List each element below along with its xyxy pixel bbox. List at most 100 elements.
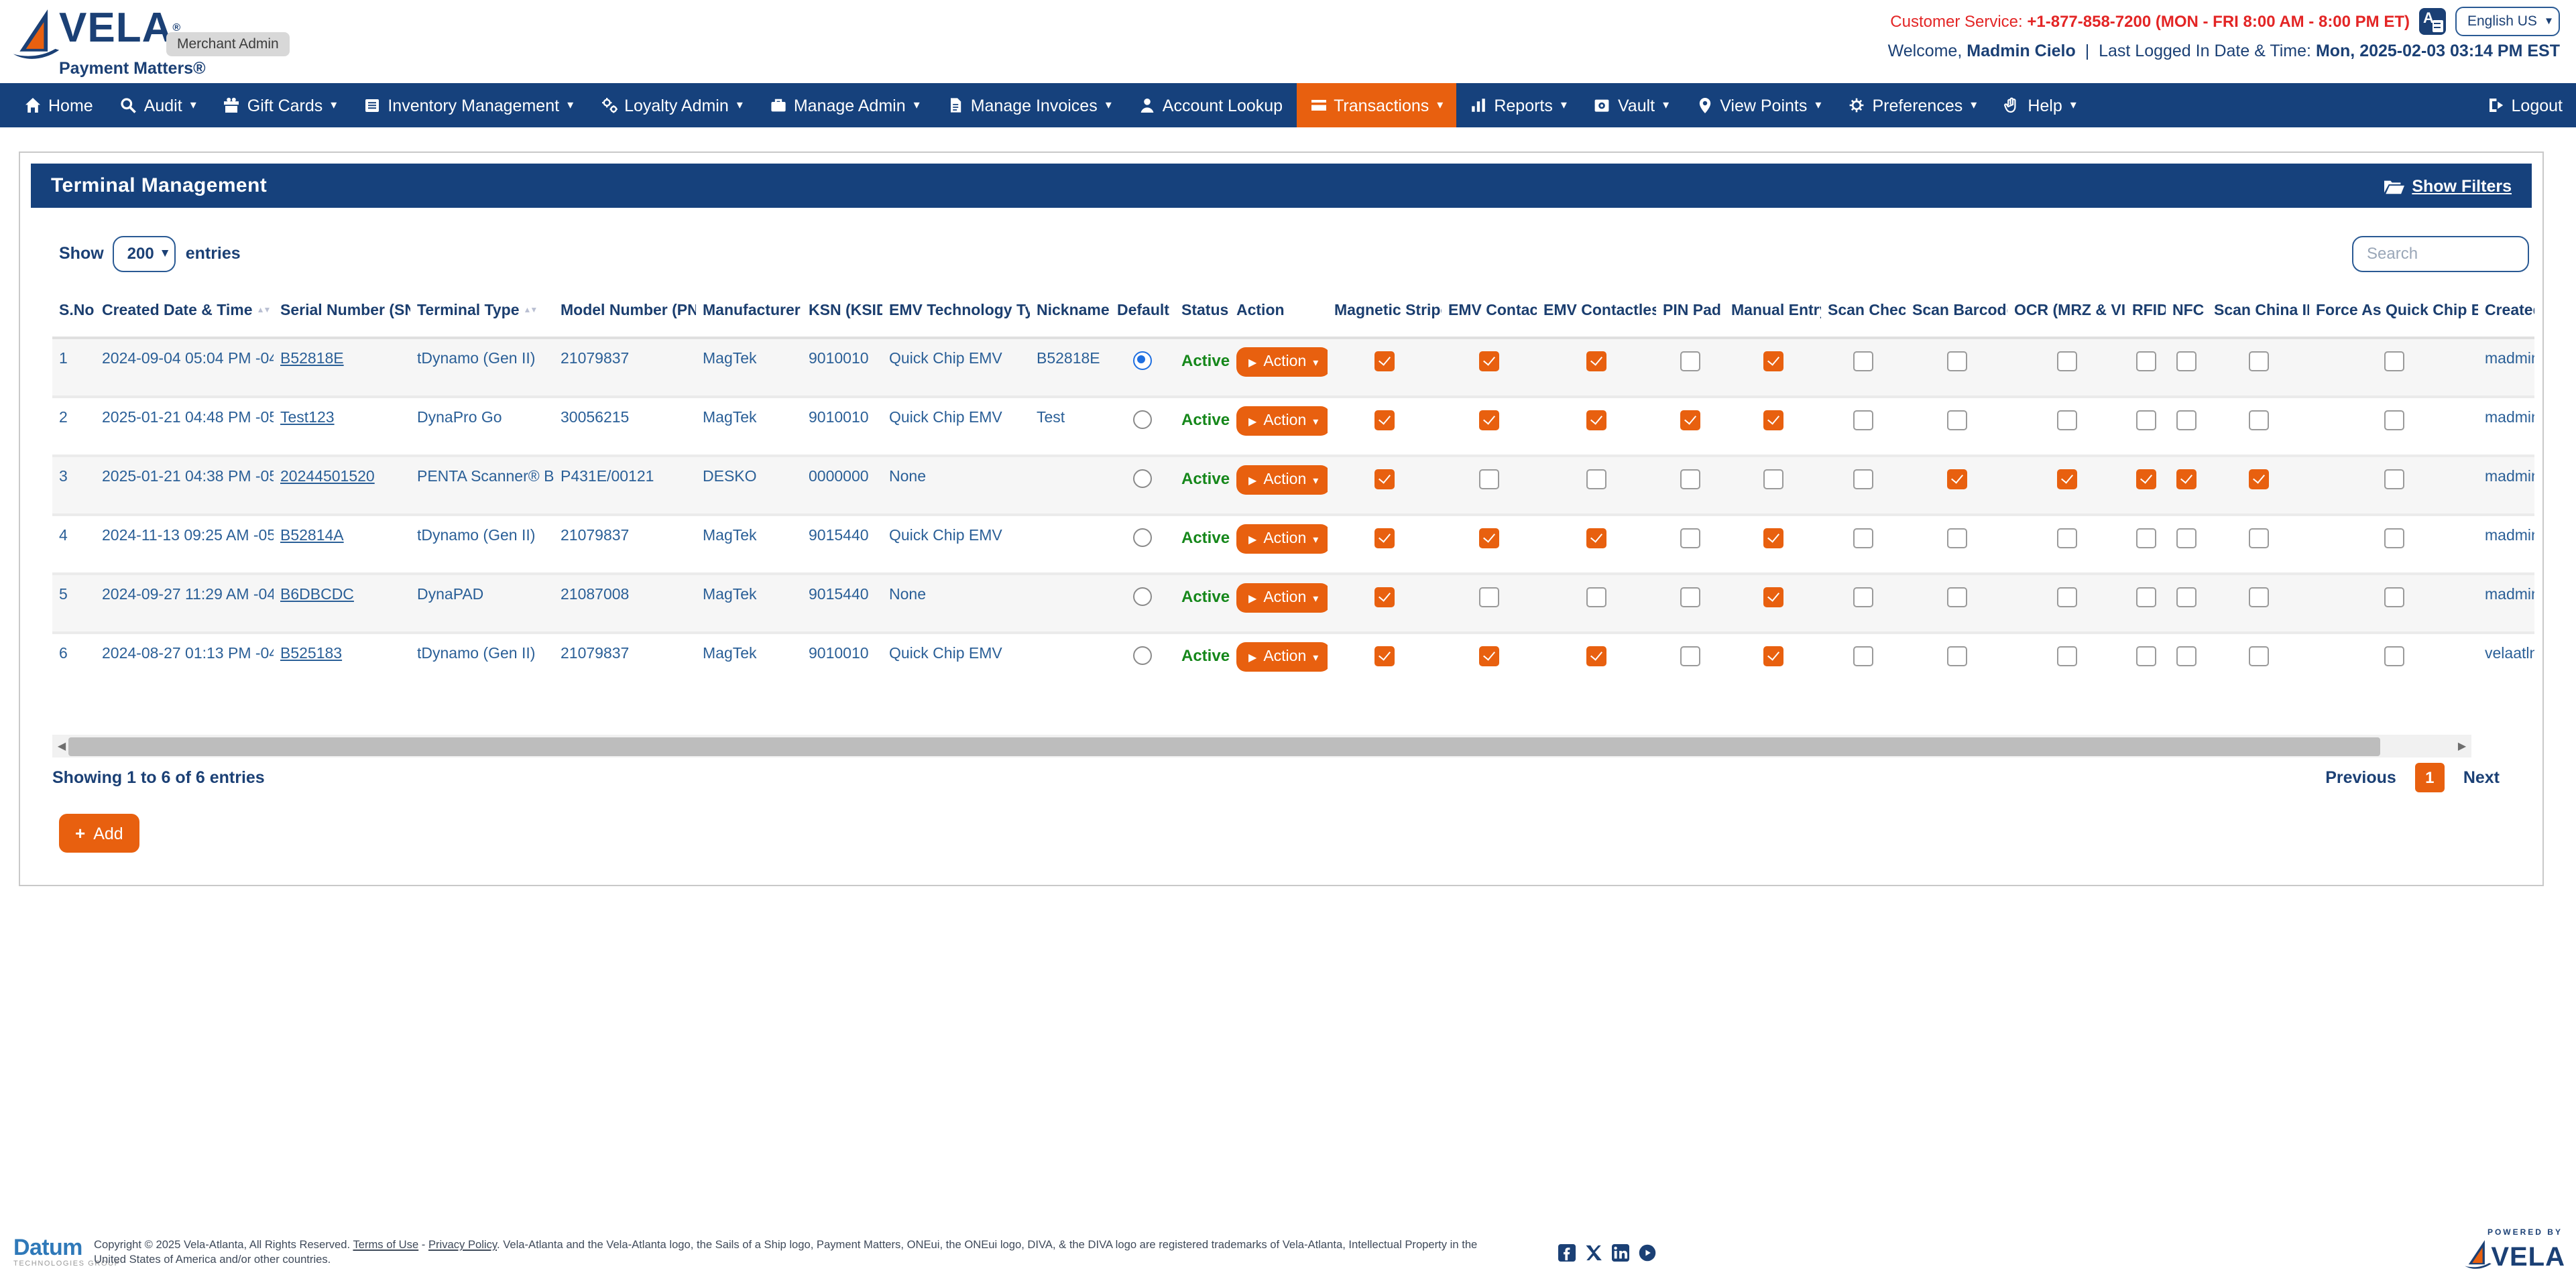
force-as-quick-chip-emv-checkbox[interactable] [2384,351,2404,371]
nav-item-inventory-management[interactable]: Inventory Management▾ [350,83,587,127]
language-select[interactable]: English US [2455,7,2560,36]
emv-contactless-checkbox[interactable] [1586,351,1606,371]
column-header-rfid[interactable]: RFID▲▼ [2125,303,2166,338]
nfc-checkbox[interactable] [2176,469,2197,489]
manual-entry-checkbox[interactable] [1763,528,1783,548]
column-header-serial-number-sn[interactable]: Serial Number (SN)▲▼ [274,303,410,338]
scan-check-checkbox[interactable] [1853,410,1873,430]
nfc-checkbox[interactable] [2176,646,2197,666]
column-header-scan-barcode[interactable]: Scan Barcode▲▼ [1906,303,2007,338]
default-radio[interactable] [1133,351,1152,370]
column-header-emv-contact[interactable]: EMV Contact▲▼ [1442,303,1537,338]
scan-check-checkbox[interactable] [1853,587,1873,607]
linkedin-icon[interactable] [1612,1244,1629,1262]
nav-item-view-points[interactable]: View Points▾ [1682,83,1834,127]
scroll-right-arrow[interactable]: ▶ [2453,735,2471,757]
serial-number-link[interactable]: B6DBCDC [280,587,354,603]
magnetic-stripe-checkbox[interactable] [1374,587,1395,607]
emv-contact-checkbox[interactable] [1479,646,1499,666]
scan-check-checkbox[interactable] [1853,528,1873,548]
column-header-status[interactable]: Status▲▼ [1175,303,1230,338]
ocr-mrz-viz-checkbox[interactable] [2056,587,2076,607]
serial-number-link[interactable]: 20244501520 [280,469,375,485]
scan-barcode-checkbox[interactable] [1946,587,1967,607]
scan-china-id-checkbox[interactable] [2248,528,2268,548]
nav-item-manage-admin[interactable]: Manage Admin▾ [756,83,933,127]
nav-item-preferences[interactable]: Preferences▾ [1834,83,1990,127]
magnetic-stripe-checkbox[interactable] [1374,646,1395,666]
column-header-ocr-mrz-viz[interactable]: OCR (MRZ & VIZ)▲▼ [2007,303,2125,338]
default-radio[interactable] [1133,587,1152,606]
facebook-icon[interactable] [1558,1244,1576,1262]
page-size-select[interactable]: 200 [113,235,176,271]
pin-pad-checkbox[interactable] [1680,410,1700,430]
scan-barcode-checkbox[interactable] [1946,351,1967,371]
nav-item-audit[interactable]: Audit▾ [107,83,210,127]
translate-icon[interactable]: A [2419,8,2446,35]
manual-entry-checkbox[interactable] [1763,646,1783,666]
emv-contactless-checkbox[interactable] [1586,587,1606,607]
column-header-force-as-quick-chip-emv[interactable]: Force As Quick Chip EMV▲▼ [2309,303,2478,338]
column-header-magnetic-stripe[interactable]: Magnetic Stripe▲▼ [1328,303,1442,338]
nav-item-manage-invoices[interactable]: Manage Invoices▾ [933,83,1125,127]
pin-pad-checkbox[interactable] [1680,646,1700,666]
rfid-checkbox[interactable] [2135,410,2156,430]
magnetic-stripe-checkbox[interactable] [1374,410,1395,430]
privacy-policy-link[interactable]: Privacy Policy [428,1237,497,1251]
default-radio[interactable] [1133,410,1152,429]
nfc-checkbox[interactable] [2176,351,2197,371]
scan-barcode-checkbox[interactable] [1946,646,1967,666]
scan-barcode-checkbox[interactable] [1946,469,1967,489]
default-radio[interactable] [1133,528,1152,547]
column-header-emv-technology-type[interactable]: EMV Technology Type▲▼ [882,303,1030,338]
scan-china-id-checkbox[interactable] [2248,469,2268,489]
scan-barcode-checkbox[interactable] [1946,410,1967,430]
action-button[interactable]: ▶Action▾ [1236,347,1328,377]
magnetic-stripe-checkbox[interactable] [1374,469,1395,489]
emv-contactless-checkbox[interactable] [1586,646,1606,666]
pin-pad-checkbox[interactable] [1680,351,1700,371]
force-as-quick-chip-emv-checkbox[interactable] [2384,646,2404,666]
action-button[interactable]: ▶Action▾ [1236,406,1328,436]
column-header-scan-check[interactable]: Scan Check▲▼ [1821,303,1906,338]
emv-contactless-checkbox[interactable] [1586,528,1606,548]
emv-contactless-checkbox[interactable] [1586,410,1606,430]
emv-contactless-checkbox[interactable] [1586,469,1606,489]
default-radio[interactable] [1133,646,1152,665]
emv-contact-checkbox[interactable] [1479,469,1499,489]
scan-china-id-checkbox[interactable] [2248,646,2268,666]
nav-item-transactions[interactable]: Transactions▾ [1296,83,1456,127]
terms-of-use-link[interactable]: Terms of Use [353,1237,418,1251]
scan-check-checkbox[interactable] [1853,646,1873,666]
column-header-pin-pad[interactable]: PIN Pad▲▼ [1656,303,1724,338]
column-header-emv-contactless[interactable]: EMV Contactless▲▼ [1537,303,1656,338]
manual-entry-checkbox[interactable] [1763,351,1783,371]
current-page-button[interactable]: 1 [2415,763,2445,792]
magnetic-stripe-checkbox[interactable] [1374,351,1395,371]
nfc-checkbox[interactable] [2176,587,2197,607]
column-header-created-by[interactable]: Created By▲▼ [2478,303,2534,338]
scrollbar-thumb[interactable] [68,737,2380,755]
ocr-mrz-viz-checkbox[interactable] [2056,469,2076,489]
previous-page-button[interactable]: Previous [2325,768,2396,787]
pin-pad-checkbox[interactable] [1680,528,1700,548]
ocr-mrz-viz-checkbox[interactable] [2056,410,2076,430]
column-header-scan-china-id[interactable]: Scan China ID▲▼ [2207,303,2309,338]
rfid-checkbox[interactable] [2135,351,2156,371]
scan-china-id-checkbox[interactable] [2248,351,2268,371]
pin-pad-checkbox[interactable] [1680,469,1700,489]
next-page-button[interactable]: Next [2463,768,2500,787]
nav-item-account-lookup[interactable]: Account Lookup [1125,83,1296,127]
column-header-manufacturer[interactable]: Manufacturer▲▼ [696,303,802,338]
nav-item-gift-cards[interactable]: Gift Cards▾ [210,83,351,127]
scan-china-id-checkbox[interactable] [2248,587,2268,607]
manual-entry-checkbox[interactable] [1763,469,1783,489]
serial-number-link[interactable]: B52818E [280,351,344,367]
scan-barcode-checkbox[interactable] [1946,528,1967,548]
nav-item-reports[interactable]: Reports▾ [1456,83,1580,127]
action-button[interactable]: ▶Action▾ [1236,583,1328,613]
manual-entry-checkbox[interactable] [1763,587,1783,607]
pin-pad-checkbox[interactable] [1680,587,1700,607]
search-input[interactable] [2352,235,2529,271]
rfid-checkbox[interactable] [2135,469,2156,489]
